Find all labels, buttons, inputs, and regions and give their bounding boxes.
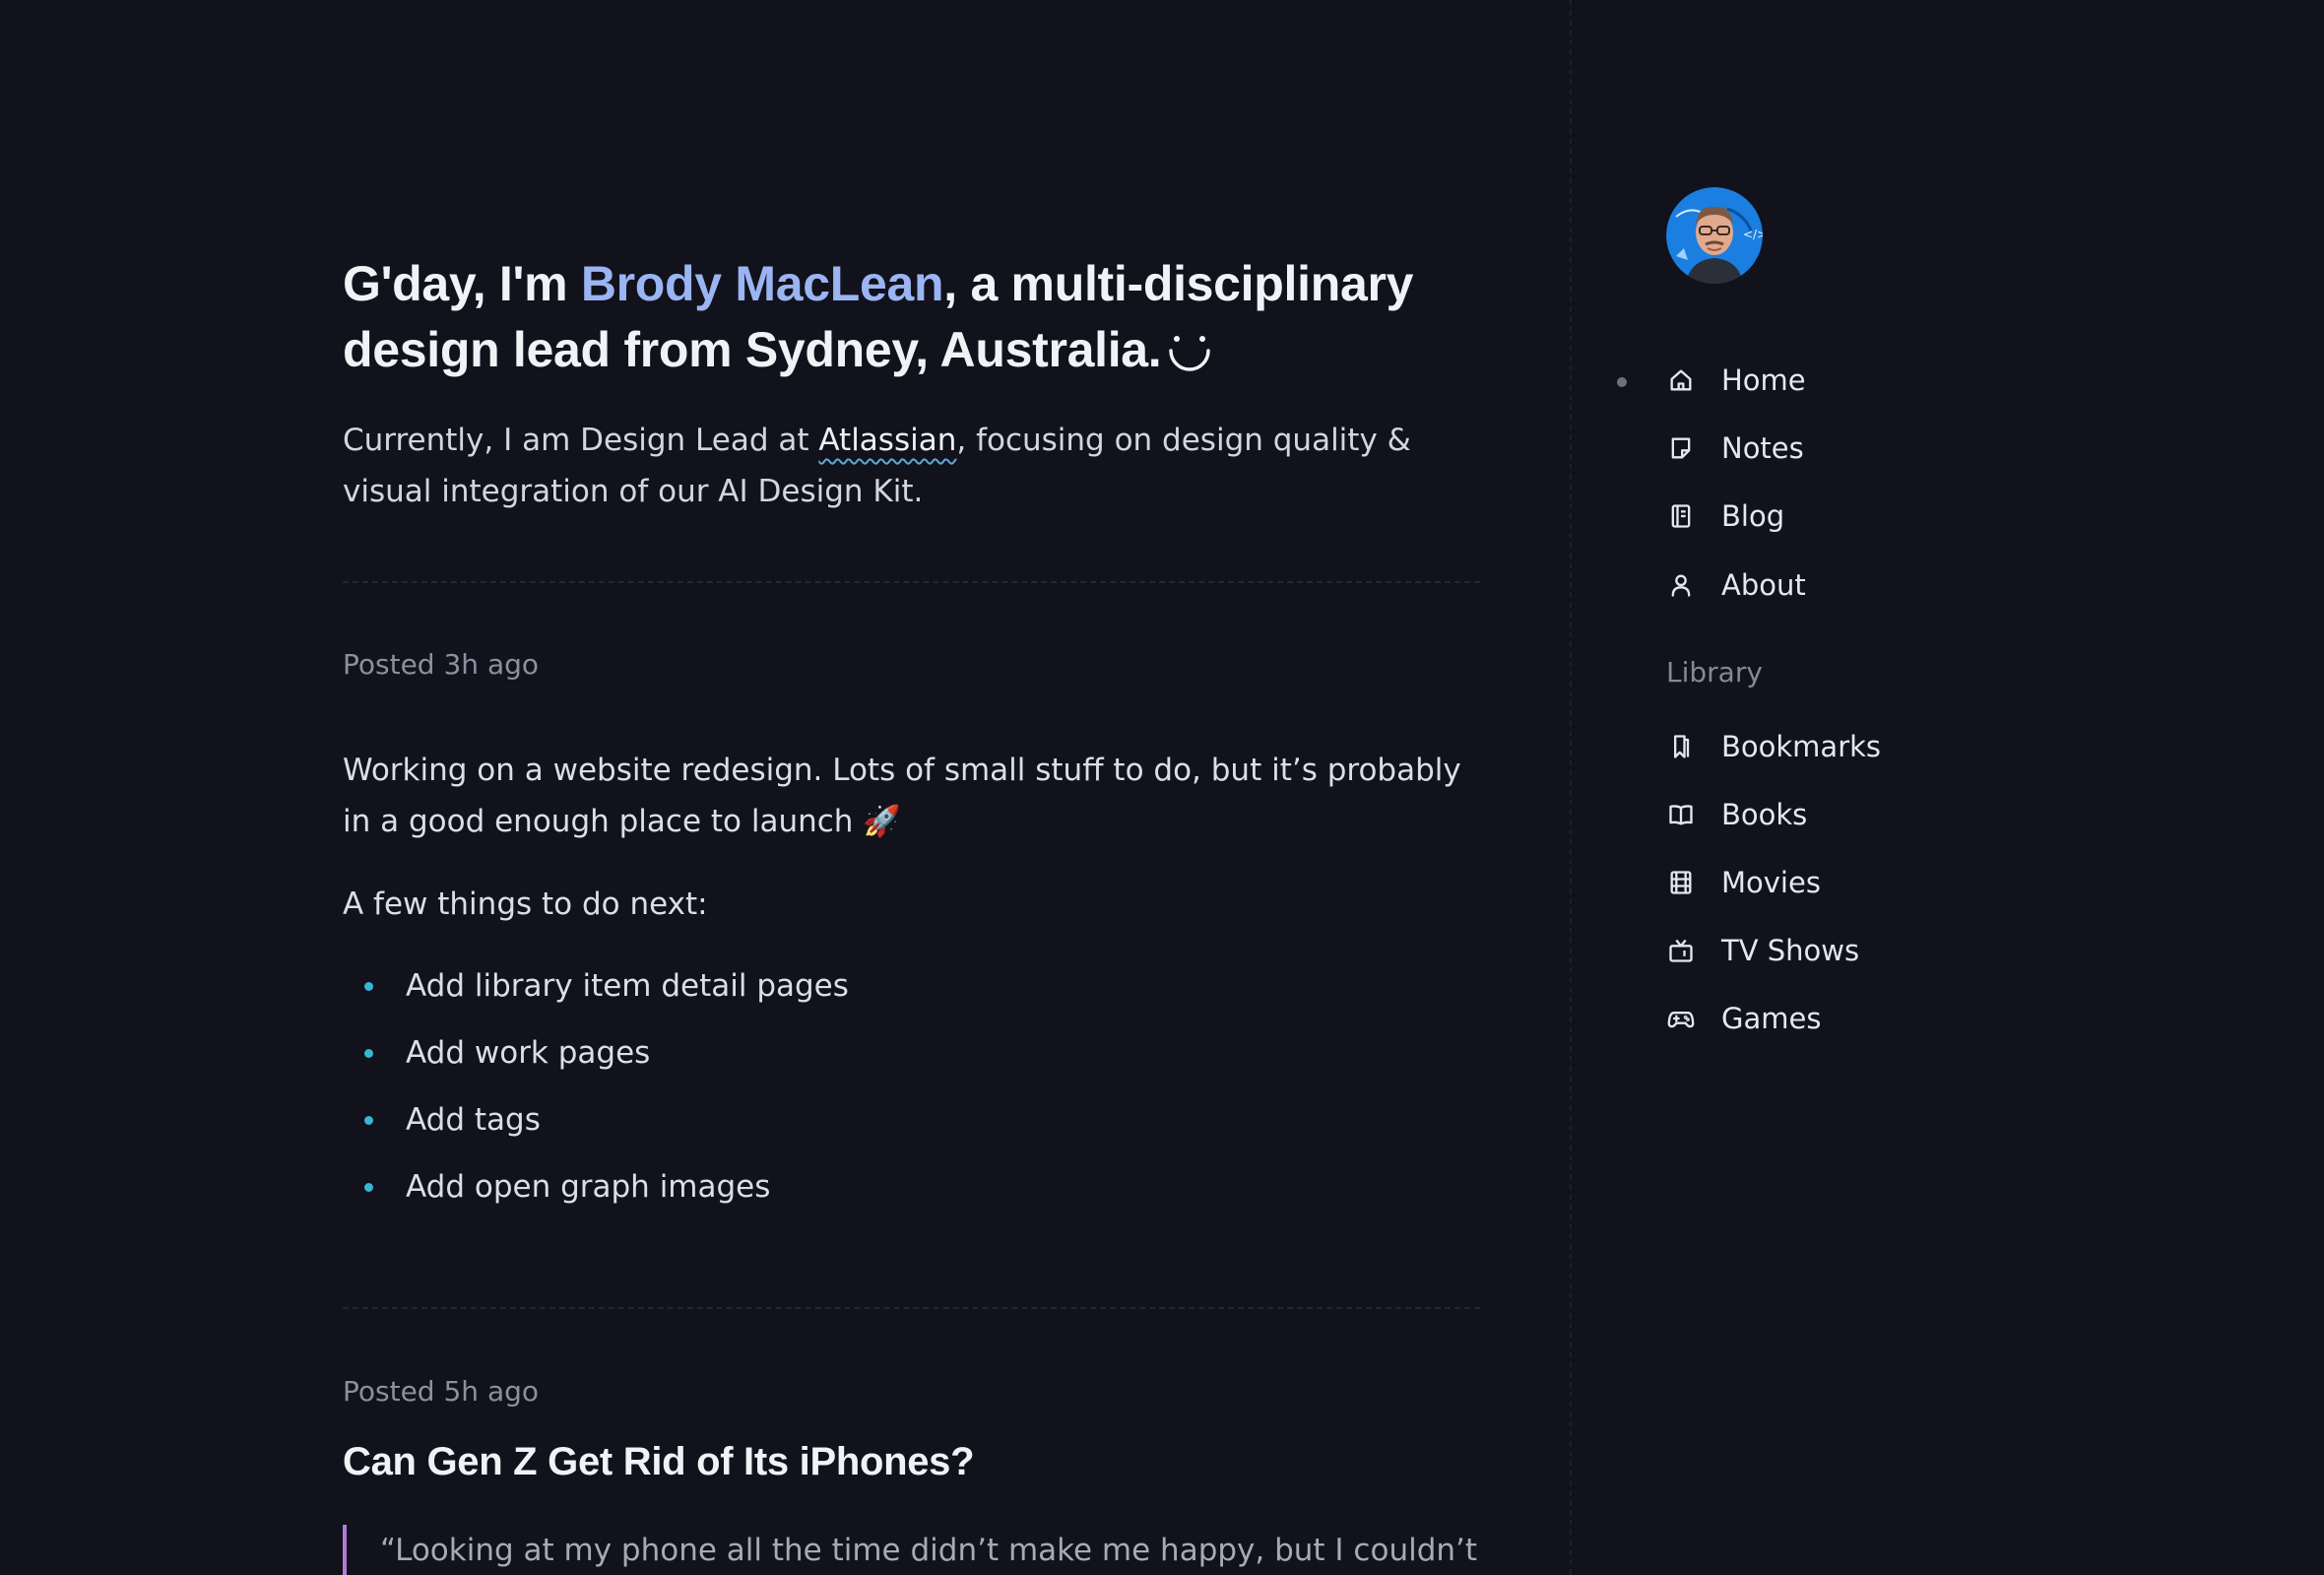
nav-label: Books (1721, 798, 1808, 831)
main-content: G'day, I'm Brody MacLean, a multi-discip… (0, 0, 1572, 1575)
post-timestamp[interactable]: Posted 5h ago (343, 1375, 539, 1408)
todo-list: Add library item detail pages Add work p… (343, 961, 849, 1229)
list-item-text: Add library item detail pages (406, 968, 849, 1004)
post-paragraph: A few things to do next: (343, 886, 708, 922)
nav-label: Home (1721, 363, 1806, 397)
bookmark-icon (1666, 732, 1696, 761)
sidebar: </> Home Notes Blog About Library Bookma… (1574, 0, 2324, 1575)
library-section-label: Library (1666, 656, 1763, 689)
list-item-text: Add tags (406, 1102, 541, 1138)
divider (343, 581, 1480, 583)
bullet-icon (364, 1183, 373, 1192)
user-icon (1666, 570, 1696, 600)
book-icon (1666, 800, 1696, 829)
list-item: Add open graph images (343, 1162, 849, 1229)
post-paragraph: Working on a website redesign. Lots of s… (343, 753, 1461, 839)
list-item-text: Add open graph images (406, 1169, 771, 1205)
nav-item-movies[interactable]: Movies (1666, 858, 1962, 907)
post-quote: “Looking at my phone all the time didn’t… (343, 1525, 1480, 1575)
film-icon (1666, 868, 1696, 897)
bullet-icon (364, 1049, 373, 1058)
nav-label: Bookmarks (1721, 730, 1882, 763)
nav-item-tv-shows[interactable]: TV Shows (1666, 926, 1962, 975)
list-item-text: Add work pages (406, 1035, 651, 1071)
nav-item-notes[interactable]: Notes (1666, 424, 1962, 473)
nav-item-home[interactable]: Home (1666, 356, 1962, 405)
bullet-icon (364, 1116, 373, 1125)
nav-label: Movies (1721, 866, 1821, 899)
post-title[interactable]: Can Gen Z Get Rid of Its iPhones? (343, 1440, 975, 1484)
nav-item-blog[interactable]: Blog (1666, 492, 1962, 541)
nav-label: TV Shows (1721, 934, 1860, 967)
nav-item-about[interactable]: About (1666, 560, 1962, 610)
page: G'day, I'm Brody MacLean, a multi-discip… (0, 0, 2324, 1575)
home-icon (1666, 365, 1696, 395)
blog-icon (1666, 501, 1696, 531)
avatar[interactable]: </> (1666, 187, 1763, 284)
nav-label: About (1721, 568, 1806, 602)
intro-paragraph: Currently, I am Design Lead at Atlassian… (343, 415, 1480, 517)
svg-text:</>: </> (1743, 228, 1763, 241)
nav-item-books[interactable]: Books (1666, 790, 1962, 839)
list-item: Add work pages (343, 1028, 849, 1095)
gamepad-icon (1666, 1004, 1696, 1033)
post-timestamp[interactable]: Posted 3h ago (343, 648, 539, 681)
nav-item-games[interactable]: Games (1666, 994, 1962, 1043)
note-icon (1666, 433, 1696, 463)
intro-text: Currently, I am Design Lead at (343, 423, 819, 458)
headline-text: G'day, I'm (343, 256, 581, 311)
nav-label: Games (1721, 1002, 1822, 1035)
nav-item-bookmarks[interactable]: Bookmarks (1666, 722, 1962, 771)
tv-icon (1666, 936, 1696, 965)
list-item: Add tags (343, 1095, 849, 1162)
author-name: Brody MacLean (580, 256, 944, 311)
divider (343, 1307, 1480, 1309)
nav-label: Blog (1721, 499, 1785, 533)
hero-headline: G'day, I'm Brody MacLean, a multi-discip… (343, 251, 1480, 383)
active-indicator (1617, 377, 1627, 387)
smile-icon (1167, 325, 1212, 371)
list-item: Add library item detail pages (343, 961, 849, 1028)
bullet-icon (364, 982, 373, 991)
company-link[interactable]: Atlassian (818, 423, 956, 458)
nav-label: Notes (1721, 431, 1804, 465)
